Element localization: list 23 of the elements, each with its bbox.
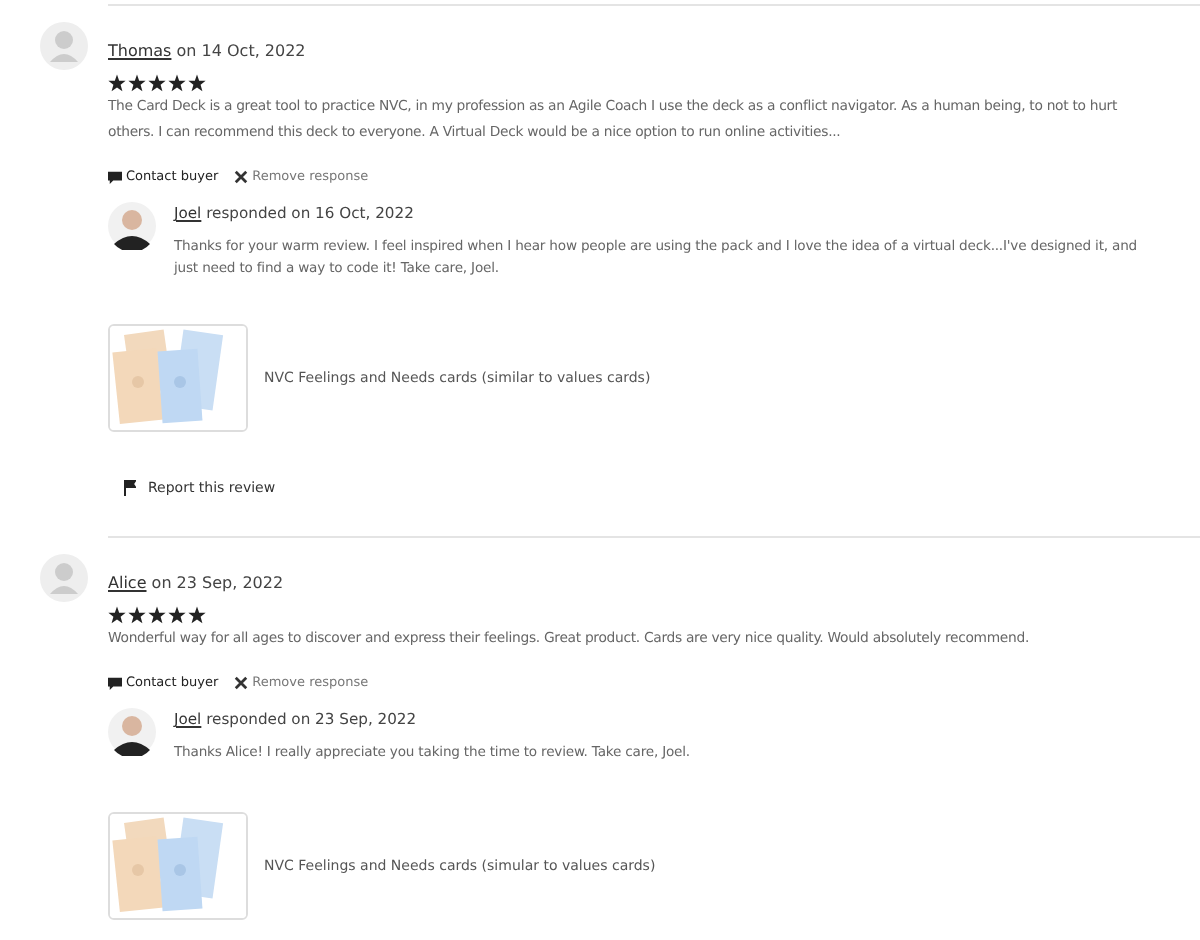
star-icon — [148, 606, 166, 624]
person-avatar — [108, 708, 156, 756]
star-icon — [128, 606, 146, 624]
close-icon — [234, 169, 249, 183]
reviewer-link[interactable]: Alice — [108, 574, 147, 592]
star-icon — [168, 606, 186, 624]
person-avatar — [108, 202, 156, 250]
avatar-icon — [40, 554, 88, 602]
star-icon — [128, 74, 146, 92]
flag-icon — [124, 480, 136, 496]
star-icon — [188, 606, 206, 624]
star-icon — [188, 74, 206, 92]
message-icon — [108, 169, 122, 183]
avatar-icon — [40, 22, 88, 70]
review-date: on 14 Oct, 2022 — [176, 42, 306, 60]
star-icon — [148, 74, 166, 92]
close-icon — [234, 675, 249, 689]
review-date: on 23 Sep, 2022 — [151, 574, 284, 592]
star-icon — [108, 606, 126, 624]
star-icon — [168, 74, 186, 92]
message-icon — [108, 675, 122, 689]
reviewer-link[interactable]: Thomas — [108, 42, 172, 60]
star-icon — [108, 74, 126, 92]
